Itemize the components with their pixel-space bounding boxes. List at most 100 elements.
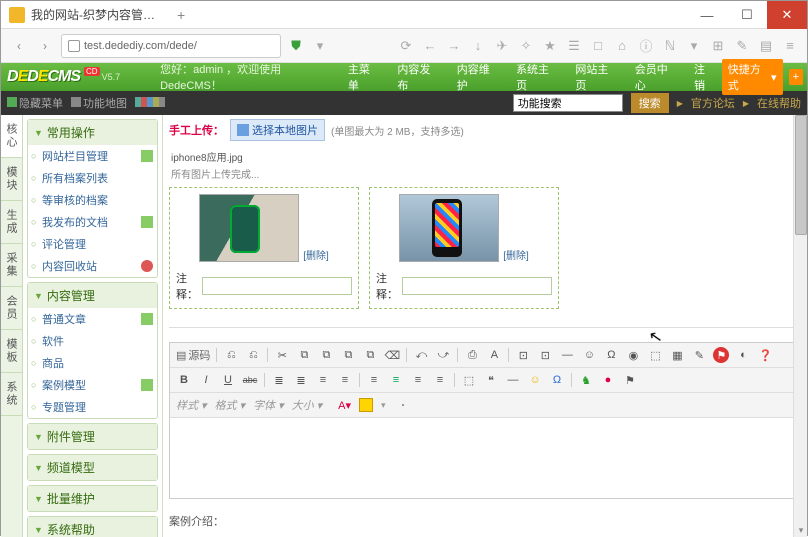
group-header[interactable]: ▼附件管理 xyxy=(28,424,157,449)
toolbar-icon[interactable]: ← xyxy=(421,38,439,53)
editor-icon[interactable]: ≣ xyxy=(271,372,287,388)
editor-icon[interactable]: ✎ xyxy=(691,347,707,363)
url-input[interactable]: test.dedediy.com/dede/ xyxy=(61,34,281,58)
toolbar-icon[interactable]: ▤ xyxy=(757,38,775,54)
function-search-input[interactable] xyxy=(513,94,623,112)
editor-icon[interactable]: ⬚ xyxy=(647,347,663,363)
group-header[interactable]: ▼系统帮助 xyxy=(28,517,157,537)
editor-icon[interactable]: ❝ xyxy=(483,372,499,388)
search-button[interactable]: 搜索 xyxy=(631,93,669,113)
group-header[interactable]: ▼内容管理 xyxy=(28,283,157,308)
quick-add-button[interactable]: + xyxy=(789,69,803,85)
italic-button[interactable]: I xyxy=(198,372,214,388)
menu-item[interactable]: 内容维护 xyxy=(449,58,504,96)
editor-icon[interactable]: ⎙ xyxy=(464,347,480,363)
dropdown-icon[interactable]: ▾ xyxy=(311,38,329,54)
nav-back-button[interactable]: ‹ xyxy=(9,36,29,56)
editor-icon[interactable]: ⤺ xyxy=(413,347,429,363)
toolbar-icon[interactable]: ⟳ xyxy=(397,38,415,54)
toolbar-icon[interactable]: ⓘ xyxy=(637,36,655,55)
editor-icon[interactable]: ◉ xyxy=(625,347,641,363)
quick-access-button[interactable]: 快捷方式▾ xyxy=(722,59,783,95)
editor-icon[interactable]: ⊡ xyxy=(537,347,553,363)
sidebar-item[interactable]: 案例模型 xyxy=(28,374,157,396)
menu-button[interactable]: ≡ xyxy=(781,38,799,53)
menu-item[interactable]: 内容发布 xyxy=(389,58,444,96)
sidebar-item[interactable]: 等审核的档案 xyxy=(28,189,157,211)
more-button[interactable] xyxy=(402,404,404,406)
choose-image-button[interactable]: 选择本地图片 xyxy=(230,119,325,141)
toolbar-icon[interactable]: ⊞ xyxy=(709,38,727,54)
editor-icon[interactable]: ● xyxy=(600,372,616,388)
editor-icon[interactable]: — xyxy=(559,347,575,363)
toolbar-icon[interactable]: ✈ xyxy=(493,38,511,54)
editor-icon[interactable]: Ω xyxy=(549,372,565,388)
editor-icon[interactable]: ✂ xyxy=(274,347,290,363)
editor-icon[interactable]: ☺ xyxy=(527,372,543,388)
group-header[interactable]: ▼频道模型 xyxy=(28,455,157,480)
sidebar-item[interactable]: 我发布的文档 xyxy=(28,211,157,233)
editor-icon[interactable]: ⚑ xyxy=(622,372,638,388)
toolbar-icon[interactable]: ↓ xyxy=(469,38,487,53)
new-tab-button[interactable]: + xyxy=(177,7,185,23)
editor-icon[interactable]: ⤻ xyxy=(435,347,451,363)
editor-icon[interactable]: ≡ xyxy=(410,372,426,388)
editor-icon[interactable]: ⧉ xyxy=(362,347,378,363)
sidebar-item[interactable]: 软件 xyxy=(28,330,157,352)
menu-item[interactable]: 注销 xyxy=(686,58,722,96)
toolbar-icon[interactable]: ✧ xyxy=(517,38,535,54)
editor-icon[interactable]: ◐ xyxy=(735,347,751,363)
toolbar-icon[interactable]: ☰ xyxy=(565,38,583,54)
sidebar-item[interactable]: 网站栏目管理 xyxy=(28,145,157,167)
image-thumbnail[interactable] xyxy=(199,194,299,262)
menu-item[interactable]: 主菜单 xyxy=(340,58,386,96)
nav-forward-button[interactable]: › xyxy=(35,36,55,56)
editor-icon[interactable]: ≡ xyxy=(432,372,448,388)
toolbar-icon[interactable]: ✎ xyxy=(733,38,751,54)
vtab-module[interactable]: 模块 xyxy=(1,158,22,201)
editor-icon[interactable]: ≡ xyxy=(315,372,331,388)
editor-icon[interactable]: ≡ xyxy=(337,372,353,388)
image-thumbnail[interactable] xyxy=(399,194,499,262)
theme-colors[interactable] xyxy=(135,97,165,110)
hide-menu-toggle[interactable]: 隐藏菜单 xyxy=(7,95,63,111)
help-link[interactable]: 在线帮助 xyxy=(757,95,801,111)
editor-icon[interactable]: ≡ xyxy=(388,372,404,388)
scrollbar-thumb[interactable] xyxy=(795,115,807,235)
menu-item[interactable]: 会员中心 xyxy=(627,58,682,96)
editor-icon[interactable]: ≡ xyxy=(366,372,382,388)
editor-icon[interactable]: ≣ xyxy=(293,372,309,388)
vtab-generate[interactable]: 生成 xyxy=(1,201,22,244)
editor-icon[interactable]: ⧉ xyxy=(318,347,334,363)
toolbar-icon[interactable]: ℕ xyxy=(661,38,679,54)
toolbar-icon[interactable]: ★ xyxy=(541,38,559,54)
editor-icon[interactable]: ☺ xyxy=(581,347,597,363)
strike-button[interactable]: abc xyxy=(242,372,258,388)
sidebar-item[interactable]: 内容回收站 xyxy=(28,255,157,277)
delete-image-link[interactable]: [删除] xyxy=(503,247,529,262)
editor-icon[interactable]: ❓ xyxy=(757,347,773,363)
editor-icon[interactable]: ⌫ xyxy=(384,347,400,363)
editor-icon[interactable]: ♞ xyxy=(578,372,594,388)
editor-canvas[interactable] xyxy=(170,418,800,498)
editor-icon[interactable]: ▦ xyxy=(669,347,685,363)
bold-button[interactable]: B xyxy=(176,372,192,388)
editor-icon[interactable]: A xyxy=(486,347,502,363)
underline-button[interactable]: U xyxy=(220,372,236,388)
editor-icon[interactable]: ⬚ xyxy=(461,372,477,388)
menu-item[interactable]: 网站主页 xyxy=(567,58,622,96)
bg-color-button[interactable] xyxy=(359,398,373,412)
toolbar-icon[interactable]: ⌂ xyxy=(613,38,631,53)
editor-icon[interactable]: — xyxy=(505,372,521,388)
vtab-member[interactable]: 会员 xyxy=(1,287,22,330)
vtab-core[interactable]: 核心 xyxy=(1,115,22,158)
editor-icon[interactable]: ⎌ xyxy=(223,347,239,363)
toolbar-icon[interactable]: → xyxy=(445,38,463,53)
vtab-system[interactable]: 系统 xyxy=(1,373,22,416)
group-header[interactable]: ▼批量维护 xyxy=(28,486,157,511)
toolbar-icon[interactable]: □ xyxy=(589,38,607,53)
style-dropdown[interactable]: 样式 ▾ xyxy=(176,397,207,413)
sidebar-item[interactable]: 所有档案列表 xyxy=(28,167,157,189)
font-dropdown[interactable]: 字体 ▾ xyxy=(253,397,284,413)
sidebar-item[interactable]: 评论管理 xyxy=(28,233,157,255)
